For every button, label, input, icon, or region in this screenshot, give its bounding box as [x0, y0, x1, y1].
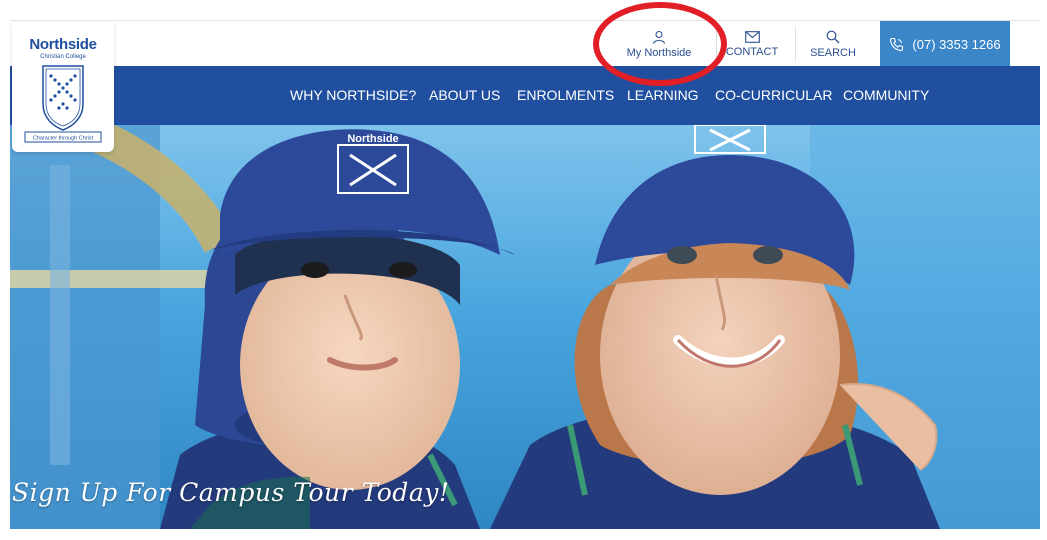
search-icon — [826, 30, 840, 43]
crest-icon: Character through Christ — [24, 65, 102, 143]
logo-motto: Character through Christ — [33, 136, 94, 142]
main-nav: WHY NORTHSIDE? ABOUT US ENROLMENTS LEARN… — [10, 66, 1040, 125]
highlight-circle — [593, 2, 727, 86]
logo-name: Northside — [29, 36, 97, 53]
nav-why-northside[interactable]: WHY NORTHSIDE? — [290, 66, 416, 125]
phone-icon — [890, 37, 904, 51]
search-label: SEARCH — [810, 46, 856, 59]
logo-subtitle: Christian College — [40, 54, 86, 60]
svg-text:Northside: Northside — [347, 133, 398, 145]
contact-link[interactable]: CONTACT — [720, 21, 784, 67]
nav-about-us[interactable]: ABOUT US — [429, 66, 500, 125]
hero-photo: Northside — [10, 125, 1040, 529]
nav-enrolments[interactable]: ENROLMENTS — [517, 66, 614, 125]
search-link[interactable]: SEARCH — [805, 21, 861, 67]
utility-bar: My Northside CONTACT SEARCH (07) 3353 12… — [10, 20, 1040, 67]
phone-button[interactable]: (07) 3353 1266 — [880, 21, 1010, 67]
nav-community[interactable]: COMMUNITY — [843, 66, 929, 125]
hero-tagline[interactable]: Sign Up For Campus Tour Today! — [12, 478, 449, 507]
contact-label: CONTACT — [725, 45, 779, 58]
divider — [795, 27, 796, 61]
college-logo[interactable]: Northside Christian College Character th… — [12, 22, 114, 152]
hero-banner: Northside — [10, 125, 1040, 529]
nav-co-curricular[interactable]: CO-CURRICULAR — [715, 66, 832, 125]
phone-number: (07) 3353 1266 — [912, 36, 1001, 52]
envelope-icon — [744, 30, 760, 43]
cap-logo-right — [694, 125, 766, 154]
